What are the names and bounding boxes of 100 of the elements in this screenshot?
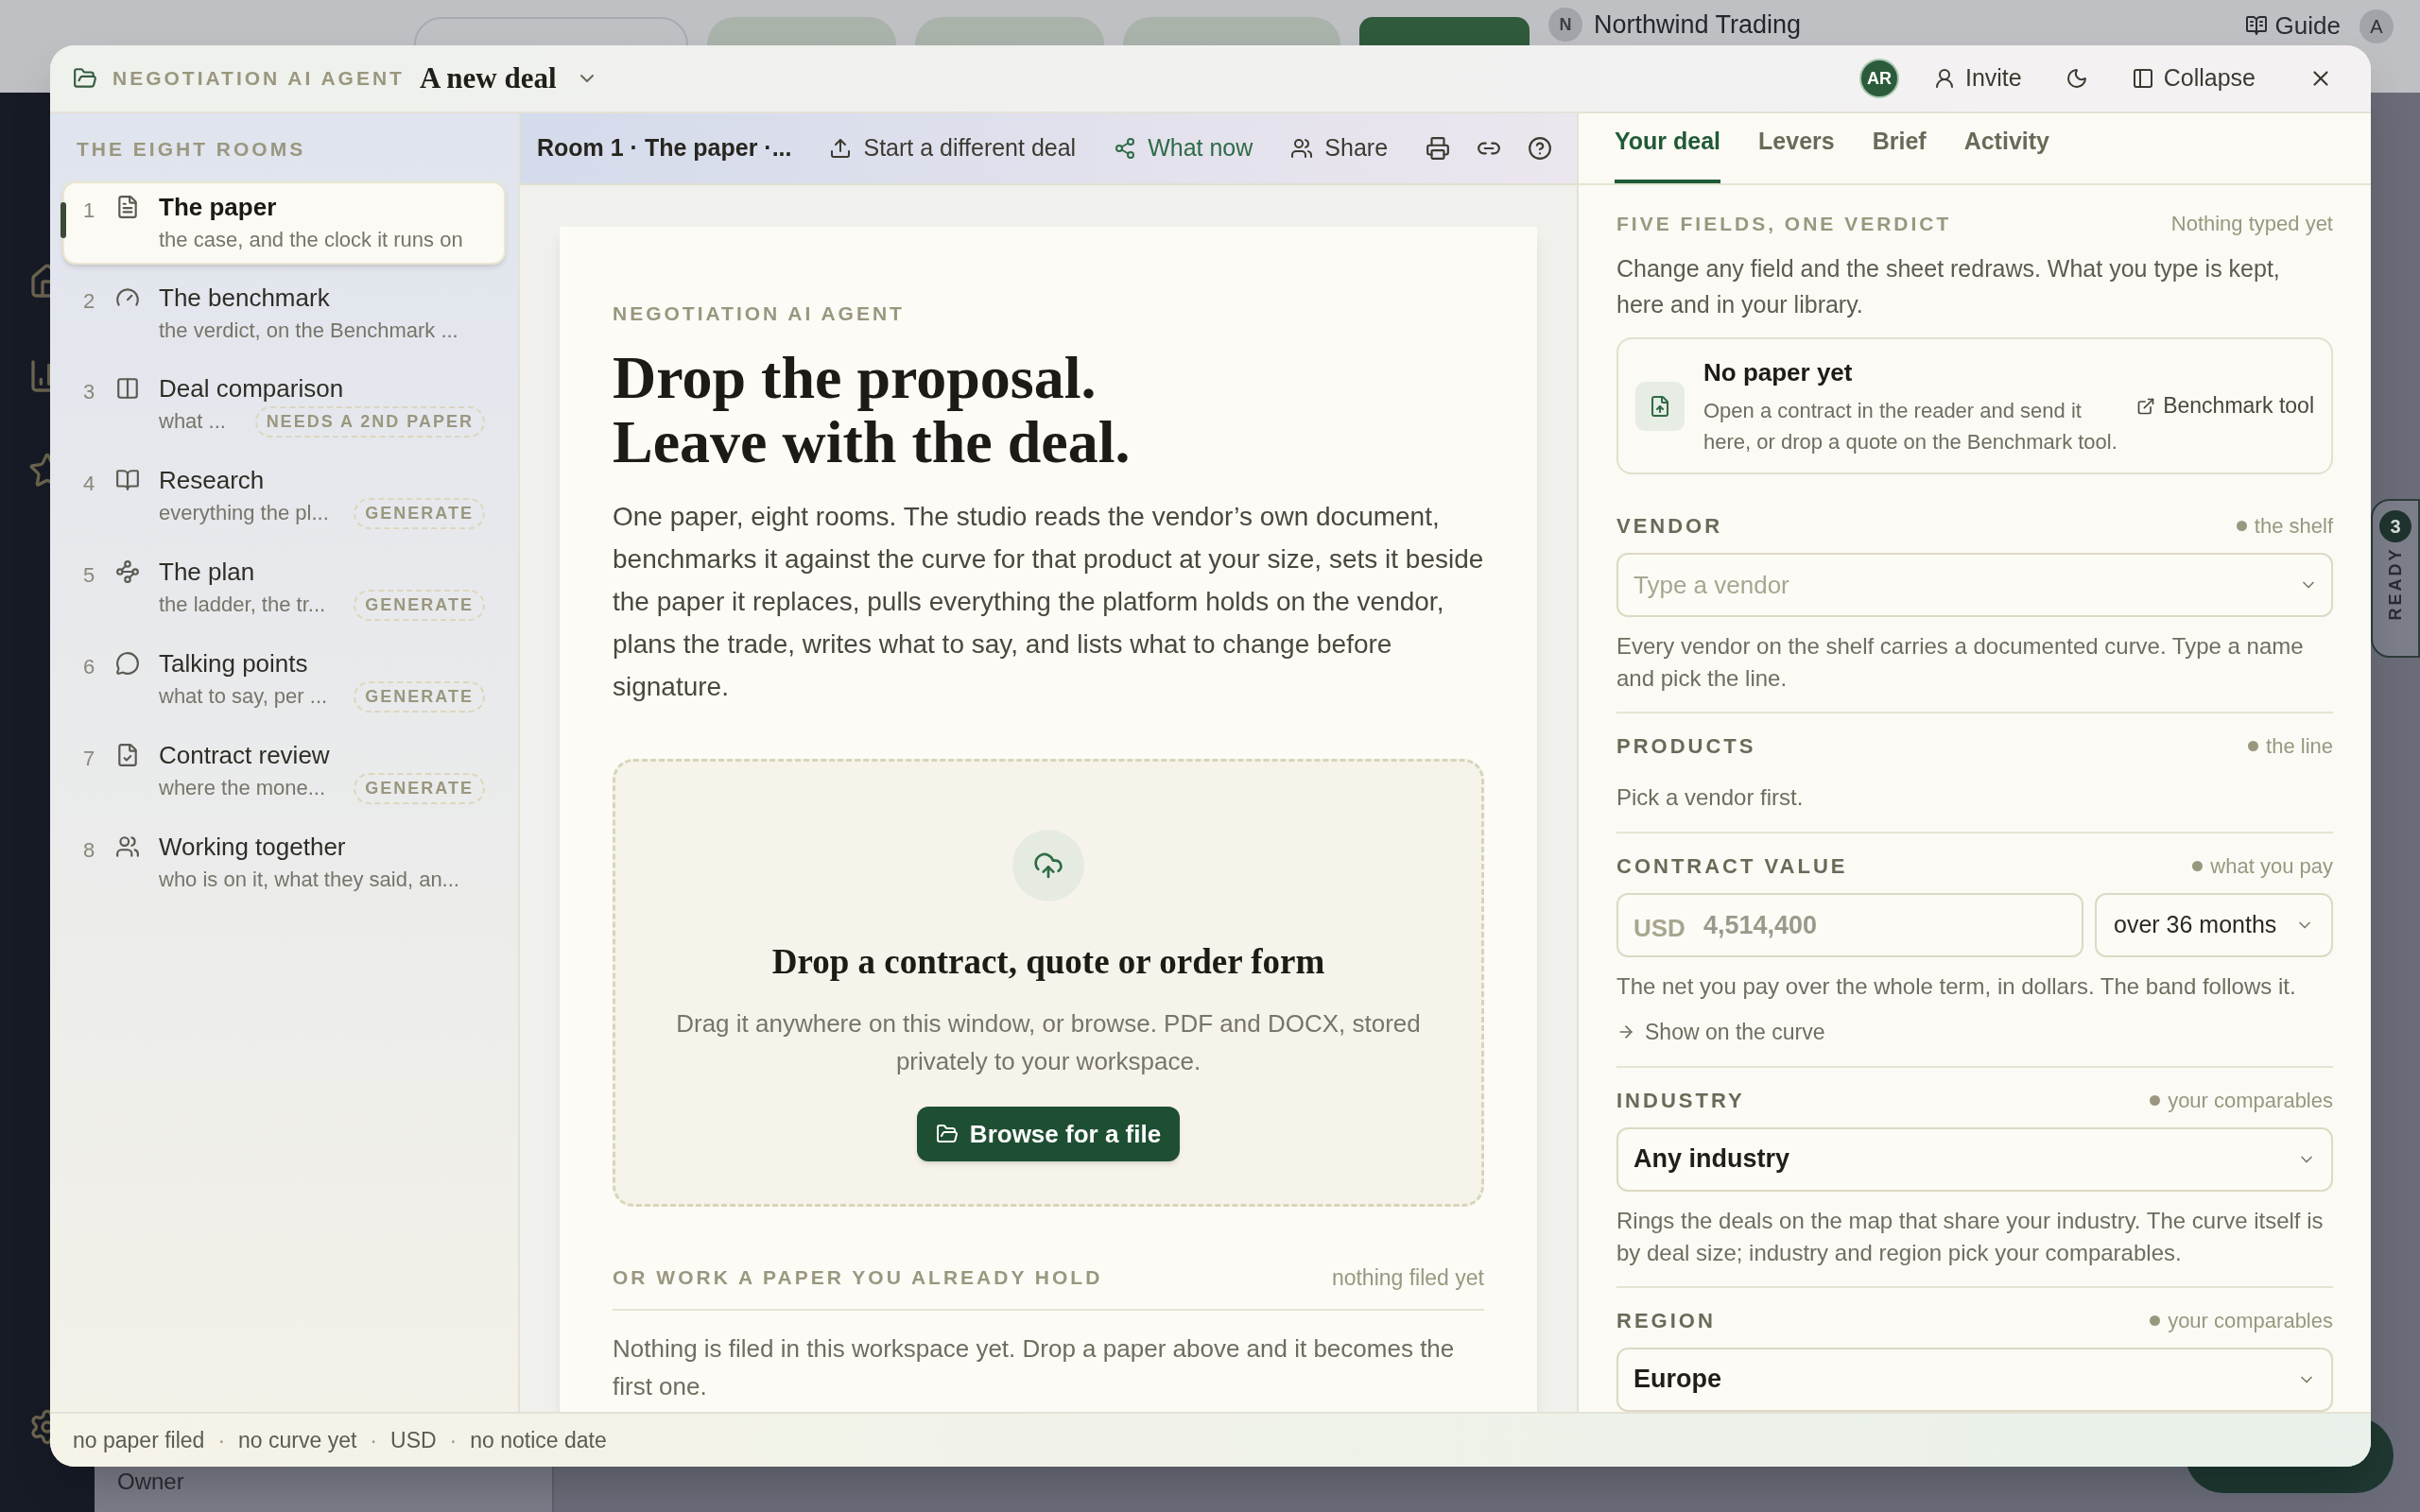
field-label: INDUSTRY — [1616, 1087, 1745, 1114]
library-body: Nothing is filed in this workspace yet. Drop a paper above and it becomes the first one. — [613, 1333, 1456, 1402]
window-title[interactable]: A new deal — [419, 56, 598, 101]
status-separator: · — [449, 1426, 458, 1454]
paper-headline: Drop the proposal. Leave with the deal. — [613, 345, 1132, 474]
panel-tab[interactable]: Levers — [1758, 123, 1835, 183]
room-badge: GENERATE — [354, 680, 485, 713]
select-field[interactable]: Europe — [1616, 1347, 2333, 1412]
panel-heading-note: Nothing typed yet — [2170, 211, 2333, 237]
room-item[interactable]: 1 The paper the case, and the clock it runs on — [62, 180, 506, 265]
toolbar-button[interactable]: What now — [1114, 130, 1253, 166]
account-avatar[interactable]: A — [2360, 9, 2394, 43]
show-on-curve-link[interactable]: Show on the curve — [1616, 1016, 2333, 1049]
room-subtitle: who is on it, what they said, an... — [159, 866, 459, 893]
field-hint: your comparables — [2168, 1307, 2333, 1334]
room-number: 3 — [83, 378, 96, 405]
guide-link[interactable]: Guide — [2244, 11, 2341, 40]
status-item: no paper filed — [73, 1426, 205, 1454]
room-number: 6 — [83, 653, 96, 680]
field-label: CONTRACT VALUE — [1616, 853, 1848, 880]
document-check-icon — [115, 742, 140, 767]
toolbar-button[interactable]: Start a different deal — [829, 130, 1077, 166]
external-link-icon — [2136, 396, 2156, 416]
book-icon — [2244, 14, 2268, 37]
ready-tab[interactable]: 3 READY — [2371, 499, 2420, 658]
vendor-field[interactable]: Type a vendor — [1616, 553, 2333, 617]
book-icon — [115, 467, 140, 492]
panel-tab[interactable]: Your deal — [1615, 123, 1721, 183]
status-separator: · — [370, 1426, 378, 1454]
room-title: Research — [159, 464, 266, 496]
room-title: The benchmark — [159, 282, 331, 314]
ready-label: READY — [2384, 546, 2406, 621]
room-item[interactable]: 7 Contract review where the mone... GENERATE — [62, 729, 506, 814]
field-note: Pick a vendor first. — [1616, 783, 1805, 812]
panel-tab[interactable]: Activity — [1963, 123, 2049, 183]
room-subtitle: where the mone... — [159, 775, 326, 801]
field-help: The net you pay over the whole term, in dollars. The band follows it. — [1616, 972, 2297, 1001]
room-item[interactable]: 6 Talking points what to say, per ... GENERATE — [62, 637, 506, 722]
room-title: The plan — [159, 556, 256, 588]
status-item: no curve yet — [238, 1426, 357, 1454]
folder-icon — [935, 1123, 959, 1145]
field-label: VENDOR — [1616, 513, 1723, 540]
panel-intro: Change any field and the sheet redraws. What you type is kept, here and in your library. — [1616, 254, 2281, 319]
panel-tab[interactable]: Brief — [1872, 123, 1927, 183]
library-note: nothing filed yet — [1331, 1263, 1484, 1292]
help-icon[interactable] — [1528, 136, 1553, 161]
room-item[interactable]: 8 Working together who is on it, what they said, an... — [62, 820, 506, 904]
room-item[interactable]: 5 The plan the ladder, the tr... GENERATE — [62, 545, 506, 630]
browse-button[interactable]: Browse for a file — [916, 1107, 1181, 1161]
field-label: REGION — [1616, 1307, 1716, 1334]
room-title: The paper — [159, 191, 278, 223]
room-item[interactable]: 2 The benchmark the verdict, on the Benchmark ... — [62, 271, 506, 355]
workspace-avatar: N — [1548, 8, 1582, 42]
status-separator: · — [217, 1426, 226, 1454]
document-icon — [115, 194, 140, 219]
room-subtitle: what to say, per ... — [159, 683, 328, 710]
drop-zone[interactable]: Drop a contract, quote or order form Drag it anywhere on this window, or browse. PDF and DOCX, stored privately to your workspace. Browse for a file — [613, 758, 1484, 1207]
paper-intro: One paper, eight rooms. The studio reads the vendor’s own document, benchmarks it against the curve for that product at your size, sets it beside the paper it replaces, pulls everything the platform holds on the vendor, plans the trade, writes what to say, and lists what to change before signature. — [613, 500, 1484, 703]
field-hint: the shelf — [2254, 513, 2333, 540]
sidebar-heading: THE EIGHT ROOMS — [76, 137, 307, 162]
benchmark-tool-link[interactable]: Benchmark tool — [2136, 389, 2314, 422]
moon-icon[interactable] — [2065, 67, 2088, 90]
field-help: Every vendor on the shelf carries a documented curve. Type a name and pick the line. — [1616, 632, 2305, 693]
room-badge: GENERATE — [354, 772, 485, 804]
room-number: 4 — [83, 470, 96, 497]
folder-icon — [73, 66, 97, 91]
route-icon — [115, 558, 140, 584]
toolbar-button[interactable]: Share — [1290, 130, 1389, 166]
panel-icon — [2131, 67, 2154, 90]
print-icon[interactable] — [1426, 136, 1451, 161]
collapse-button[interactable]: Collapse — [2131, 60, 2256, 96]
library-heading: OR WORK A PAPER YOU ALREADY HOLD — [613, 1265, 1103, 1290]
field-hint: what you pay — [2210, 853, 2333, 880]
room-item[interactable]: 4 Research everything the pl... GENERATE — [62, 454, 506, 539]
field-label: PRODUCTS — [1616, 733, 1756, 760]
room-title: Contract review — [159, 739, 331, 771]
status-item: no notice date — [470, 1426, 607, 1454]
workspace-name[interactable]: Northwind Trading — [1594, 9, 1802, 41]
share-icon — [1114, 137, 1137, 160]
room-title: Talking points — [159, 647, 309, 679]
field-hint: your comparables — [2168, 1087, 2333, 1114]
room-subtitle: everything the pl... — [159, 500, 329, 526]
room-badge: NEEDS A 2ND PAPER — [254, 405, 485, 438]
people-icon — [115, 833, 140, 859]
paper-eyebrow: NEGOTIATION AI AGENT — [613, 301, 906, 326]
invite-button[interactable]: Invite — [1932, 60, 2022, 96]
field-hint: the line — [2266, 733, 2333, 760]
room-badge: GENERATE — [354, 589, 485, 621]
selected-indicator — [60, 201, 66, 238]
drop-zone-body: Drag it anywhere on this window, or browse. PDF and DOCX, stored privately to your workspace. — [675, 1008, 1422, 1077]
ready-count: 3 — [2379, 510, 2411, 542]
field-help: Rings the deals on the map that share your industry. The curve itself is by deal size; industry and region pick your comparables. — [1616, 1206, 2325, 1267]
select-field[interactable]: Any industry — [1616, 1126, 2333, 1192]
room-item[interactable]: 3 Deal comparison what ... NEEDS A 2ND PAPER — [62, 362, 506, 447]
room-breadcrumb: Room 1 · The paper ·... — [537, 133, 792, 163]
panel-heading: FIVE FIELDS, ONE VERDICT — [1616, 211, 1952, 236]
term-select[interactable]: over 36 months — [2095, 893, 2333, 957]
speech-bubble-icon — [115, 650, 140, 676]
file-upload-icon — [1635, 381, 1685, 431]
user-avatar: AR — [1858, 59, 1899, 98]
